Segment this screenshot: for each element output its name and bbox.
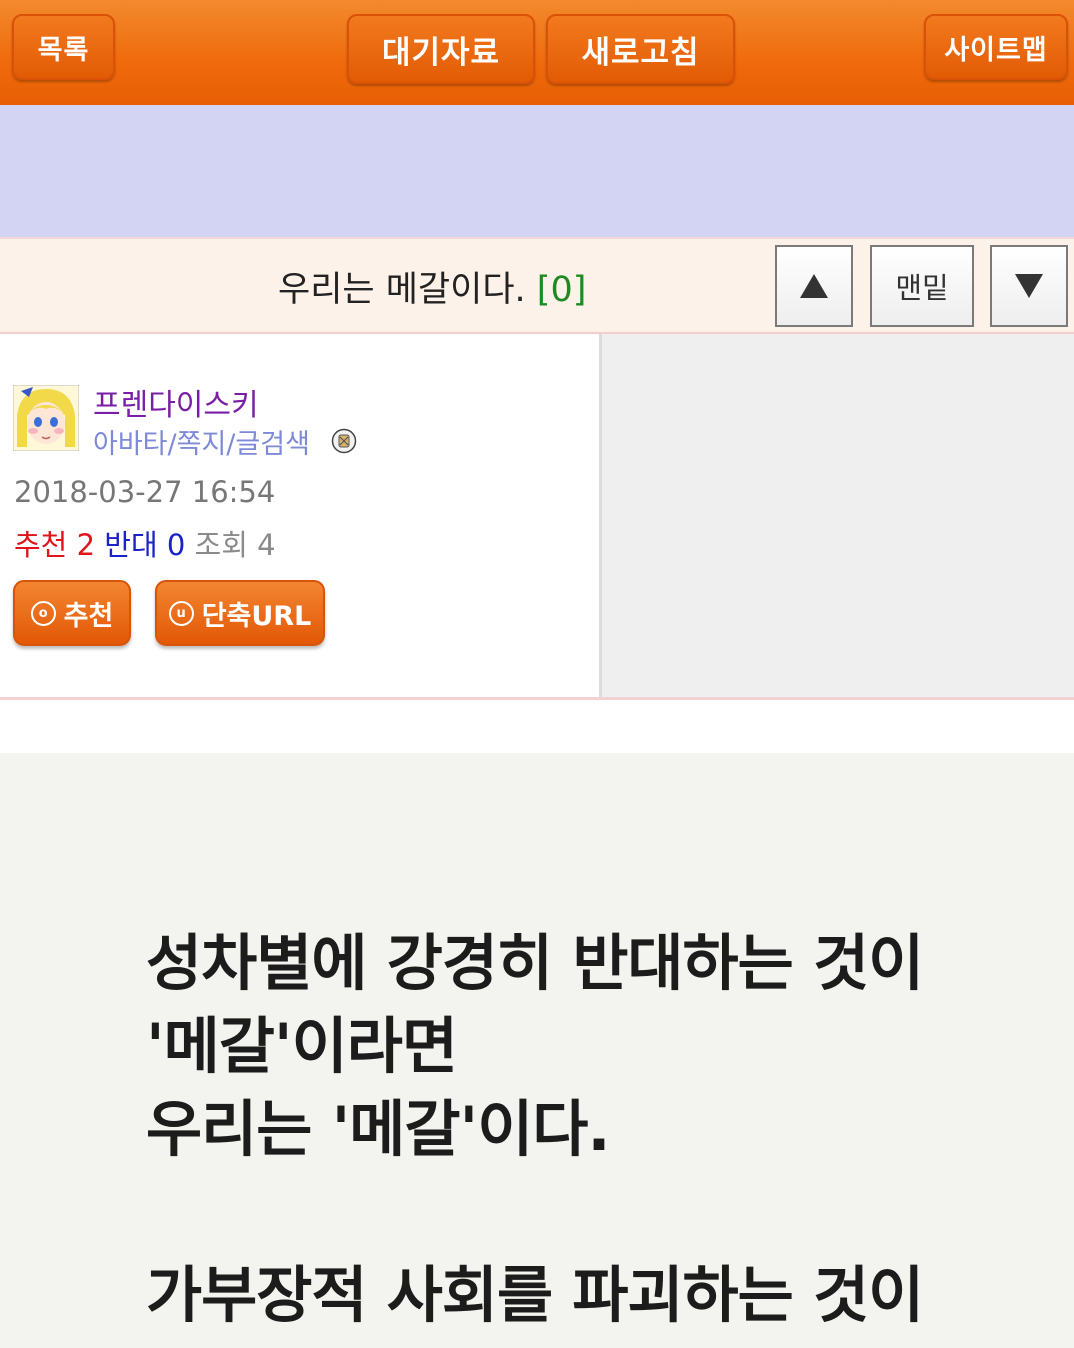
- recommend-button-label: 추천: [63, 600, 114, 632]
- level-badge-icon: [331, 428, 357, 454]
- recommend-circle-icon: o: [30, 600, 56, 626]
- recommend-count: 2: [76, 528, 96, 562]
- post-stats: 추천 2 반대 0 조회 4: [14, 522, 276, 564]
- pending-posts-button[interactable]: 대기자료: [347, 14, 535, 84]
- recommend-button[interactable]: o 추천: [13, 580, 131, 646]
- refresh-button[interactable]: 새로고침: [546, 14, 735, 84]
- next-post-button[interactable]: [990, 245, 1068, 327]
- divider: [0, 697, 1074, 700]
- view-count: 4: [257, 528, 276, 562]
- scroll-bottom-button[interactable]: 맨밑: [870, 245, 974, 327]
- avatar[interactable]: [13, 385, 79, 451]
- post-title-bar: 우리는 메갈이다. [0] 맨밑: [0, 237, 1074, 334]
- side-panel: [602, 334, 1074, 699]
- sitemap-button[interactable]: 사이트맵: [924, 14, 1068, 80]
- recommend-label: 추천: [14, 528, 68, 562]
- author-links[interactable]: 아바타/쪽지/글검색: [93, 422, 310, 461]
- triangle-down-icon: [1015, 274, 1043, 298]
- content-line: 우리는 '메갈'이다.: [146, 1094, 611, 1165]
- author-nickname[interactable]: 프렌다이스키: [93, 380, 259, 424]
- post-content: 성차별에 강경히 반대하는 것이 '메갈'이라면 우리는 '메갈'이다. 가부장…: [0, 753, 1074, 1348]
- url-circle-icon: u: [168, 600, 194, 626]
- post-title: 우리는 메갈이다. [0]: [278, 261, 586, 312]
- view-label: 조회: [194, 528, 248, 562]
- list-button[interactable]: 목록: [12, 14, 115, 80]
- oppose-count: 0: [166, 528, 186, 562]
- oppose-label: 반대: [104, 528, 158, 562]
- content-line: 가부장적 사회를 파괴하는 것이: [146, 1260, 924, 1331]
- short-url-button[interactable]: u 단축URL: [155, 580, 325, 646]
- comment-count[interactable]: [0]: [537, 270, 587, 310]
- previous-post-button[interactable]: [775, 245, 853, 327]
- ad-banner: [0, 105, 1074, 237]
- triangle-up-icon: [800, 274, 828, 298]
- short-url-button-label: 단축URL: [201, 600, 312, 632]
- content-line: '메갈'이라면: [146, 1011, 458, 1082]
- post-date: 2018-03-27 16:54: [14, 475, 276, 509]
- post-title-text: 우리는 메갈이다.: [278, 270, 526, 310]
- content-line: 성차별에 강경히 반대하는 것이: [146, 928, 924, 999]
- top-navigation-bar: 목록 대기자료 새로고침 사이트맵: [0, 0, 1074, 105]
